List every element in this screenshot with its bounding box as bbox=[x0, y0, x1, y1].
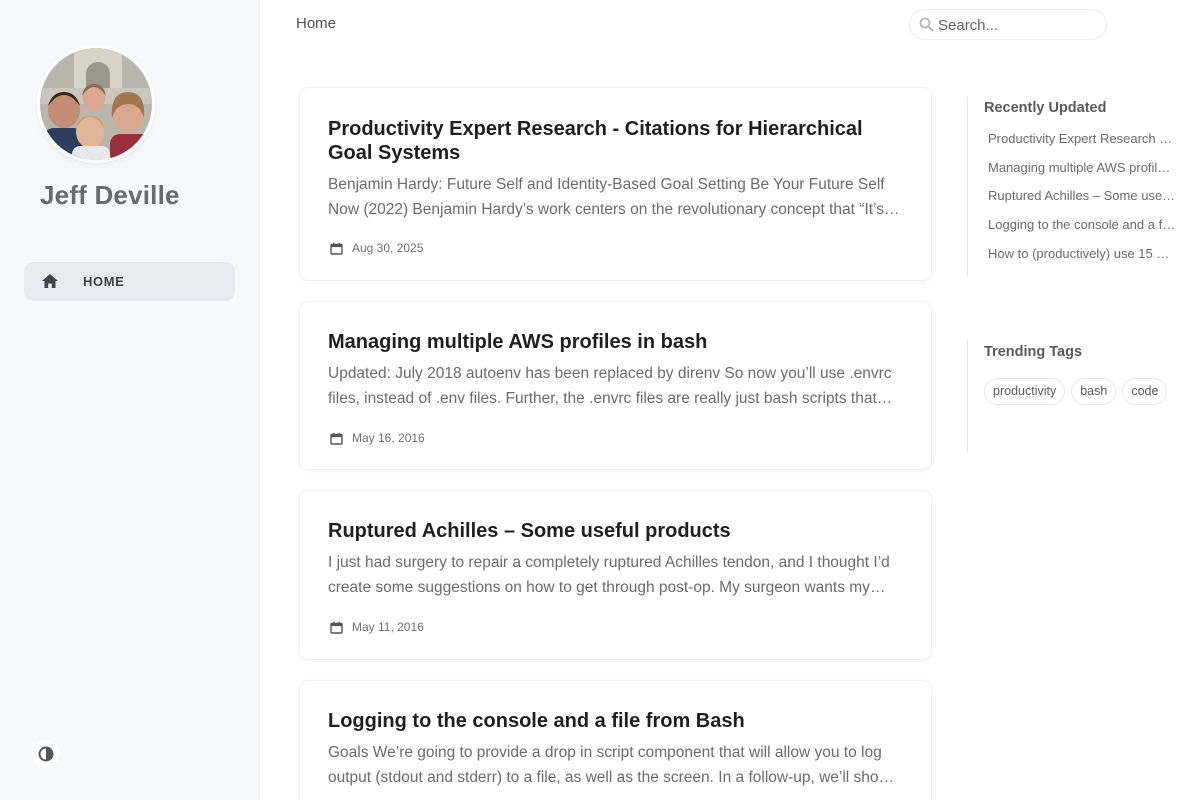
tag-code[interactable]: code bbox=[1122, 378, 1168, 405]
recent-post-link[interactable]: Productivity Expert Research - Citations… bbox=[988, 132, 1176, 161]
recently-updated-heading: Recently Updated bbox=[984, 100, 1107, 116]
post-title[interactable]: Ruptured Achilles – Some useful products bbox=[328, 519, 888, 543]
trending-tags-heading: Trending Tags bbox=[984, 344, 1083, 360]
calendar-icon bbox=[330, 242, 343, 255]
recent-post-link[interactable]: How to (productively) use 15 minutes bbox=[988, 247, 1176, 276]
theme-mode-toggle[interactable] bbox=[32, 740, 60, 768]
tag-productivity[interactable]: productivity bbox=[984, 378, 1066, 405]
calendar-icon bbox=[330, 432, 343, 445]
post-excerpt: Goals We’re going to provide a drop in s… bbox=[328, 744, 895, 786]
post-excerpt: Benjamin Hardy: Future Self and Identity… bbox=[328, 176, 900, 218]
search-box[interactable] bbox=[909, 9, 1107, 40]
post-excerpt: Updated: July 2018 autoenv has been repl… bbox=[328, 365, 892, 407]
sidebar-item-home[interactable]: HOME bbox=[24, 262, 235, 301]
site-title[interactable]: Jeff Deville bbox=[40, 180, 180, 211]
post-card[interactable]: Ruptured Achilles – Some useful products… bbox=[300, 491, 931, 659]
post-title[interactable]: Logging to the console and a file from B… bbox=[328, 709, 888, 733]
sidebar-item-label: HOME bbox=[83, 274, 125, 289]
contrast-icon bbox=[38, 746, 54, 762]
post-card[interactable]: Productivity Expert Research - Citations… bbox=[300, 88, 931, 280]
avatar[interactable] bbox=[40, 48, 152, 160]
search-icon bbox=[919, 17, 934, 32]
trending-tags-panel: Trending Tags productivity bash code bbox=[967, 340, 1184, 453]
post-meta: Aug 30, 2025 bbox=[330, 241, 423, 255]
post-date: Aug 30, 2025 bbox=[352, 241, 424, 255]
calendar-icon bbox=[330, 621, 343, 634]
post-date: May 11, 2016 bbox=[352, 620, 424, 634]
post-excerpt: I just had surgery to repair a completel… bbox=[328, 554, 890, 596]
recent-post-link[interactable]: Logging to the console and a file from B… bbox=[988, 218, 1176, 247]
sidebar: Jeff Deville HOME bbox=[0, 0, 260, 800]
post-meta: May 16, 2016 bbox=[330, 431, 425, 445]
home-icon bbox=[42, 274, 58, 288]
tag-bash[interactable]: bash bbox=[1071, 378, 1117, 405]
post-date: May 16, 2016 bbox=[352, 431, 425, 445]
tag-list: productivity bash code bbox=[984, 378, 1184, 405]
recent-post-link[interactable]: Ruptured Achilles – Some useful products bbox=[988, 189, 1176, 218]
recent-post-link[interactable]: Managing multiple AWS profiles in bash bbox=[988, 161, 1176, 190]
recently-updated-list: Productivity Expert Research - Citations… bbox=[984, 132, 1176, 275]
search-input[interactable] bbox=[938, 14, 1098, 36]
post-title[interactable]: Productivity Expert Research - Citations… bbox=[328, 117, 888, 165]
post-card[interactable]: Managing multiple AWS profiles in bash U… bbox=[300, 302, 931, 469]
post-meta: May 11, 2016 bbox=[330, 620, 424, 634]
post-title[interactable]: Managing multiple AWS profiles in bash bbox=[328, 330, 888, 354]
avatar-photo bbox=[40, 48, 152, 160]
recently-updated-panel: Recently Updated Productivity Expert Res… bbox=[967, 97, 1176, 276]
post-card[interactable]: Logging to the console and a file from B… bbox=[300, 681, 931, 800]
breadcrumb: Home bbox=[296, 15, 337, 32]
